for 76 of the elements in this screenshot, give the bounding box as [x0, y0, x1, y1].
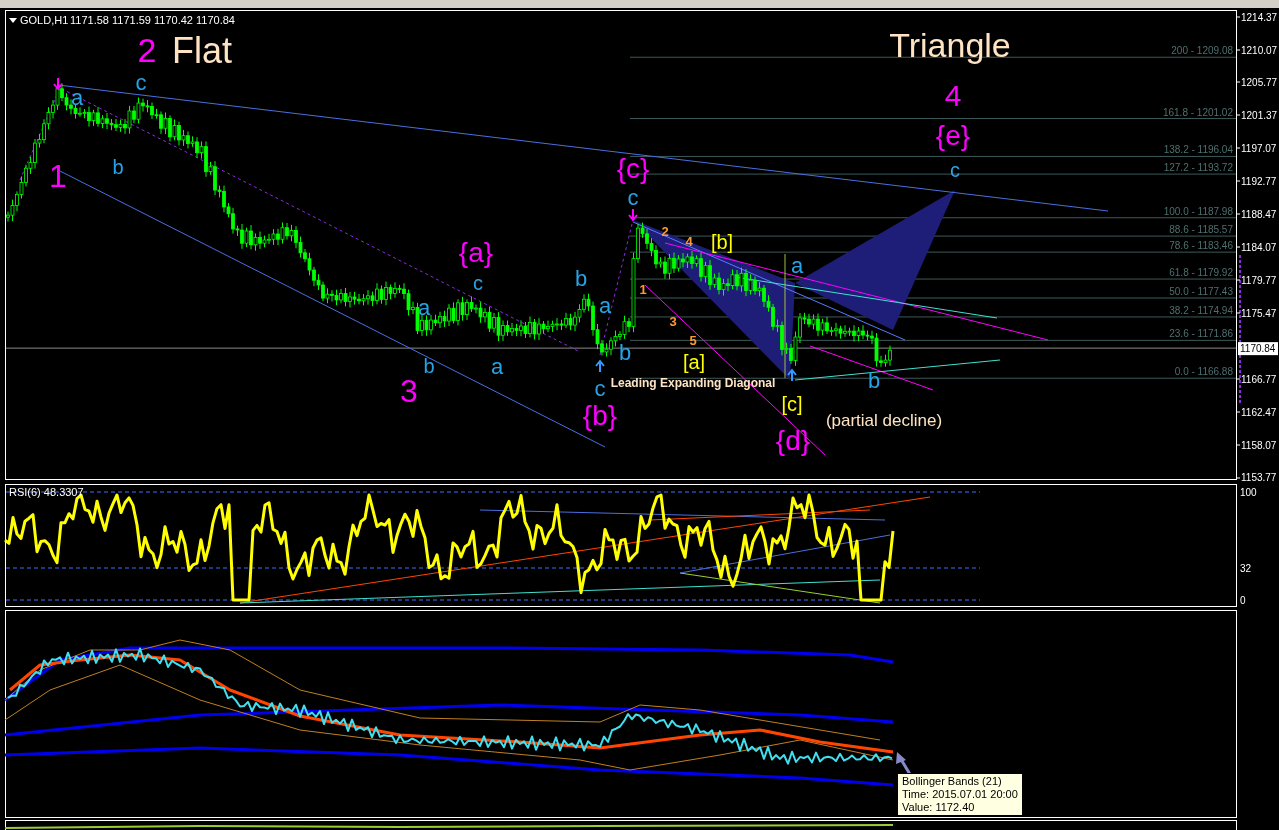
price-axis-label: 1175.47 — [1241, 308, 1277, 319]
price-axis-label: 1153.77 — [1241, 472, 1277, 482]
wave-label: 2 — [661, 223, 669, 239]
wave-label: [c] — [781, 393, 803, 416]
fib-level-label: 138.2 - 1196.04 — [1163, 144, 1233, 156]
wave-label: 1 — [639, 281, 647, 297]
price-axis-label: 1197.07 — [1241, 143, 1277, 154]
down-arrow-icon — [53, 77, 63, 91]
down-arrow-icon — [628, 208, 638, 222]
chart-symbol: GOLD,H1 — [20, 14, 69, 26]
indicator-label: RSI(6) 48.3307 — [9, 486, 84, 498]
price-axis-label: 1158.07 — [1241, 440, 1277, 451]
price-axis-label: 1188.47 — [1241, 209, 1277, 220]
up-arrow-icon — [787, 368, 797, 382]
tooltip-text: Time: 2015.07.01 20:00 — [902, 788, 1018, 801]
price-axis-label: 1162.47 — [1241, 407, 1277, 418]
current-price-label: 1170.84 — [1238, 342, 1278, 356]
wave-label: (partial decline) — [825, 411, 943, 431]
wave-label: a — [70, 84, 84, 110]
dropdown-triangle-icon[interactable] — [9, 18, 17, 23]
wave-label: b — [618, 339, 632, 365]
wave-label: 3 — [669, 313, 677, 329]
fib-level-label: 200 - 1209.08 — [1171, 45, 1233, 57]
fib-level-label: 127.2 - 1193.72 — [1163, 162, 1233, 174]
fib-level-label: 88.6 - 1185.57 — [1169, 224, 1233, 236]
wave-label: {b} — [582, 400, 618, 432]
fib-level-label: 50.0 - 1177.43 — [1169, 286, 1233, 297]
wave-label: c — [627, 184, 639, 210]
tooltip-text: Bollinger Bands (21) — [902, 775, 1003, 788]
wave-label: 4 — [944, 78, 962, 112]
wave-label: Triangle — [889, 26, 1011, 65]
wave-label: {d} — [775, 425, 811, 457]
fib-level-label: 38.2 - 1174.94 — [1169, 304, 1233, 316]
price-axis-label: 1166.77 — [1241, 374, 1277, 385]
wave-label: a — [790, 252, 804, 278]
wave-label: b — [112, 156, 124, 179]
wave-label: 4 — [685, 233, 693, 249]
wave-label: c — [135, 69, 147, 95]
wave-label: {e} — [935, 120, 971, 152]
wave-label: a — [417, 294, 431, 320]
price-axis-label: 1214.37 — [1241, 12, 1278, 23]
rsi-axis-label: 100 — [1240, 487, 1257, 498]
fib-level-label: 23.6 - 1171.86 — [1169, 328, 1233, 340]
wave-label: a — [598, 292, 612, 318]
rsi-axis-label: 32 — [1240, 563, 1252, 574]
wave-label: {a} — [458, 237, 494, 269]
wave-label: 5 — [689, 332, 697, 348]
chart-quote: 1171.58 1171.59 1170.42 1170.84 — [70, 14, 235, 26]
wave-label: {c} — [616, 153, 650, 185]
wave-label: 3 — [400, 372, 418, 409]
wave-label: c — [473, 272, 483, 295]
price-axis-label: 1192.77 — [1241, 176, 1277, 187]
wave-label: b — [423, 355, 435, 378]
rsi-axis-label: 0 — [1240, 595, 1246, 606]
wave-label: c — [950, 159, 960, 182]
fib-level-label: 100.0 - 1187.98 — [1163, 205, 1233, 217]
wave-label: b — [867, 367, 881, 393]
wave-label: Flat — [172, 29, 232, 71]
price-axis-label: 1210.07 — [1241, 45, 1278, 56]
price-axis-label: 1179.77 — [1241, 275, 1277, 286]
wave-label: 2 — [137, 31, 157, 70]
fib-level-label: 161.8 - 1201.02 — [1162, 106, 1233, 118]
fib-level-label: 78.6 - 1183.46 — [1169, 240, 1233, 252]
wave-label: b — [574, 265, 588, 291]
price-axis-label: 1184.07 — [1241, 242, 1277, 253]
tooltip-text: Value: 1172.40 — [902, 801, 976, 814]
fib-level-label: 61.8 - 1179.92 — [1169, 267, 1233, 279]
fib-level-label: 0.0 - 1166.88 — [1174, 366, 1233, 378]
price-axis-label: 1205.77 — [1241, 77, 1278, 88]
up-arrow-icon — [595, 359, 605, 373]
wave-label: [b] — [710, 231, 734, 254]
wave-label: 1 — [49, 157, 67, 194]
wave-label: [a] — [682, 351, 706, 374]
price-axis-label: 1201.37 — [1241, 110, 1278, 121]
wave-label: c — [594, 375, 606, 401]
wave-label: a — [490, 353, 504, 379]
